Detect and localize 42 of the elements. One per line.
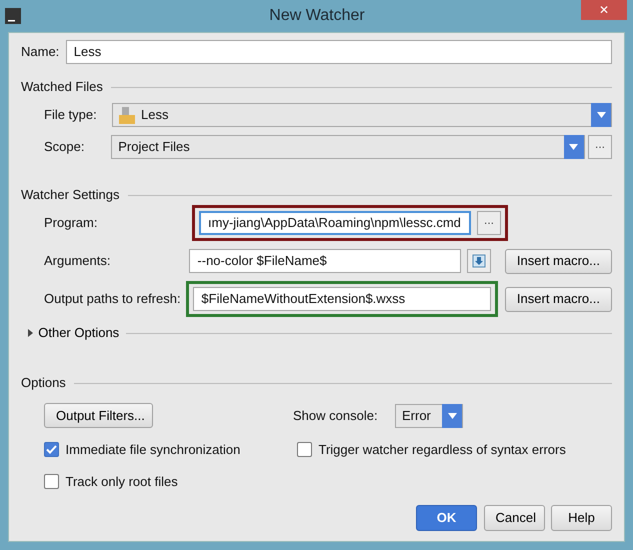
less-file-icon: [119, 106, 135, 124]
dialog-button[interactable]: Help: [551, 505, 612, 531]
output-filters-button[interactable]: Output Filters...: [44, 403, 153, 428]
input-field[interactable]: --no-color $FileName$: [189, 249, 462, 273]
field-label: File type:: [44, 106, 98, 124]
dialog-button[interactable]: OK: [416, 505, 477, 531]
dropdown[interactable]: Less: [112, 103, 612, 127]
insert-macro-button[interactable]: Insert macro...: [504, 286, 612, 312]
field-label: Output paths to refresh:: [44, 290, 182, 308]
checkbox-row[interactable]: Immediate file synchronization: [44, 440, 297, 460]
input-field[interactable]: $FileNameWithoutExtension$.wxss: [193, 287, 492, 311]
field-label: Program:: [44, 214, 98, 232]
checkbox-row[interactable]: Track only root files: [44, 472, 178, 491]
app-logo-icon: [5, 8, 21, 24]
section-title: Options: [21, 374, 66, 392]
checkbox[interactable]: [44, 442, 59, 458]
field-label: Name:: [21, 43, 60, 62]
dropdown[interactable]: Project Files: [111, 135, 585, 159]
input-field[interactable]: ımy-jiang\AppData\Roaming\npm\lessc.cmd: [199, 211, 471, 235]
name-field[interactable]: Less: [66, 40, 612, 64]
field-label: Arguments:: [44, 252, 112, 270]
field-label: Show console:: [293, 406, 379, 425]
expand-arrow-icon: [27, 329, 35, 337]
caret-icon: [448, 412, 456, 418]
dialog-button[interactable]: Cancel: [484, 505, 544, 531]
close-button[interactable]: ✕: [581, 0, 627, 20]
field-label: Scope:: [44, 138, 86, 156]
insert-icon: [472, 254, 486, 268]
browse-button[interactable]: ···: [477, 211, 501, 235]
checkbox[interactable]: [297, 442, 312, 458]
expand-button[interactable]: [467, 249, 492, 273]
section-title: Watched Files: [21, 78, 103, 96]
insert-macro-button[interactable]: Insert macro...: [504, 248, 612, 274]
window-title: New Watcher: [268, 6, 366, 26]
caret-icon: [569, 144, 578, 150]
dropdown[interactable]: Error: [395, 404, 463, 428]
caret-icon: [596, 112, 606, 118]
checkbox-row[interactable]: Trigger watcher regardless of syntax errors: [297, 440, 566, 460]
other-options-toggle[interactable]: Other Options: [27, 323, 120, 343]
section-title: Watcher Settings: [21, 186, 120, 204]
browse-button[interactable]: ···: [588, 135, 612, 159]
checkbox[interactable]: [44, 474, 59, 489]
